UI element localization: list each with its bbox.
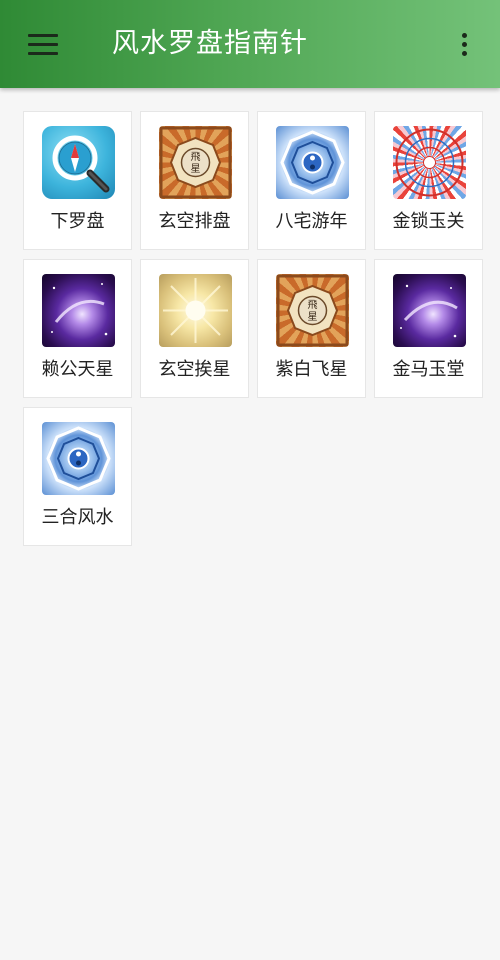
bagua-diagram-icon [276,126,349,199]
purple-galaxy-icon [42,274,115,347]
tile-label: 金马玉堂 [392,359,465,380]
luopan-wheel-icon [393,126,466,199]
svg-text:星: 星 [191,163,201,175]
tile-bazhai-younian[interactable]: 八宅游年 [257,111,366,250]
svg-text:飛: 飛 [308,299,318,311]
tile-label: 下罗盘 [50,211,105,232]
tile-label: 紫白飞星 [275,359,348,380]
compass-magnifier-icon [42,126,115,199]
tile-label: 八宅游年 [275,211,348,232]
flying-star-chart-icon: 飛 星 [276,274,349,347]
tile-jinma-yutang[interactable]: 金马玉堂 [374,259,483,398]
tile-label: 玄空挨星 [158,359,231,380]
golden-glow-icon [159,274,232,347]
tile-label: 三合风水 [41,507,114,528]
tile-xuankong-paipan[interactable]: 飛 星 玄空排盘 [140,111,249,250]
svg-text:星: 星 [308,311,318,323]
feature-grid: 下罗盘 飛 星 玄空排盘 八宅游年 金锁玉关 赖公天星 玄空挨星 飛 星 紫白飞… [0,0,500,960]
flying-star-chart-icon: 飛 星 [159,126,232,199]
svg-text:飛: 飛 [191,151,201,163]
bagua-diagram-icon [42,422,115,495]
tile-sanhe-fengshui[interactable]: 三合风水 [23,407,132,546]
purple-galaxy-icon [393,274,466,347]
tile-jinsuo-yuguan[interactable]: 金锁玉关 [374,111,483,250]
tile-label: 金锁玉关 [392,211,465,232]
tile-xia-luopan[interactable]: 下罗盘 [23,111,132,250]
tile-laigong-tianxing[interactable]: 赖公天星 [23,259,132,398]
tile-zibai-feixing[interactable]: 飛 星 紫白飞星 [257,259,366,398]
tile-label: 玄空排盘 [158,211,231,232]
tile-label: 赖公天星 [41,359,114,380]
tile-xuankong-aixing[interactable]: 玄空挨星 [140,259,249,398]
